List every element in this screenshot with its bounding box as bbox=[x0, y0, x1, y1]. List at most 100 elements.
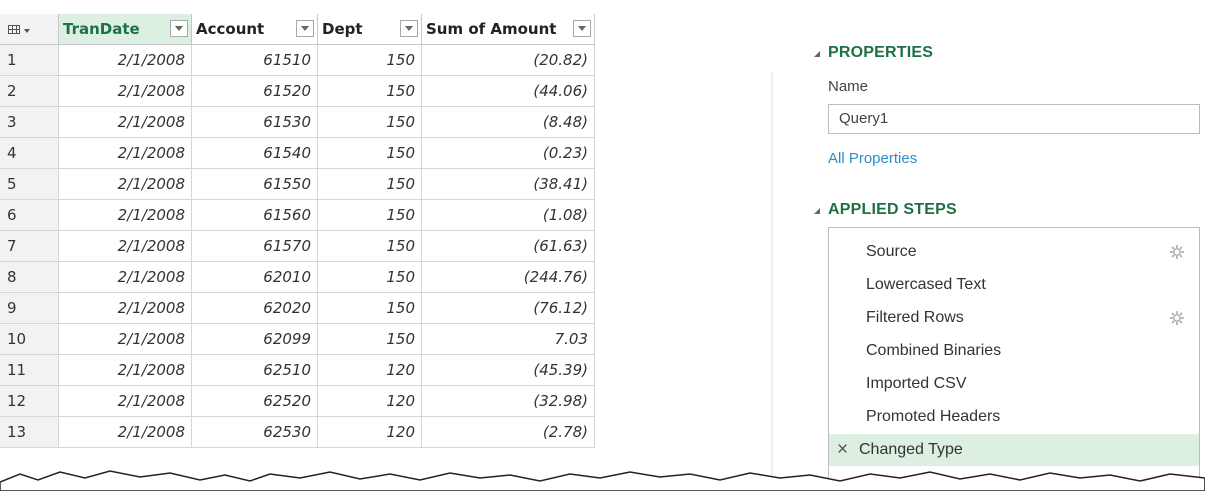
cell-dept[interactable]: 150 bbox=[318, 200, 422, 231]
column-header-account[interactable]: Account bbox=[192, 14, 318, 45]
properties-header[interactable]: PROPERTIES bbox=[828, 44, 933, 62]
row-number[interactable]: 10 bbox=[0, 324, 59, 355]
row-number[interactable]: 7 bbox=[0, 231, 59, 262]
cell-dept[interactable]: 120 bbox=[318, 417, 422, 448]
row-number[interactable]: 3 bbox=[0, 107, 59, 138]
cell-account[interactable]: 62530 bbox=[192, 417, 318, 448]
cell-trandate[interactable]: 2/1/2008 bbox=[59, 169, 192, 200]
column-header-dept[interactable]: Dept bbox=[318, 14, 422, 45]
cell-dept[interactable]: 150 bbox=[318, 138, 422, 169]
cell-sum-of-amount[interactable]: (44.06) bbox=[422, 76, 595, 107]
cell-sum-of-amount[interactable]: (61.63) bbox=[422, 231, 595, 262]
cell-trandate[interactable]: 2/1/2008 bbox=[59, 262, 192, 293]
cell-sum-of-amount[interactable]: (45.39) bbox=[422, 355, 595, 386]
applied-step-filtered-rows[interactable]: Filtered Rows bbox=[829, 302, 1199, 334]
applied-step-promoted-headers[interactable]: Promoted Headers bbox=[829, 401, 1199, 433]
gear-icon[interactable] bbox=[1169, 310, 1185, 326]
cell-account[interactable]: 61520 bbox=[192, 76, 318, 107]
row-number[interactable]: 4 bbox=[0, 138, 59, 169]
cell-account[interactable]: 61550 bbox=[192, 169, 318, 200]
row-number[interactable]: 9 bbox=[0, 293, 59, 324]
cell-trandate[interactable]: 2/1/2008 bbox=[59, 76, 192, 107]
filter-dropdown-button[interactable] bbox=[170, 20, 188, 37]
table-row[interactable]: 9 2/1/2008 62020 150 (76.12) bbox=[0, 293, 595, 324]
row-number[interactable]: 6 bbox=[0, 200, 59, 231]
cell-sum-of-amount[interactable]: (1.08) bbox=[422, 200, 595, 231]
cell-dept[interactable]: 150 bbox=[318, 76, 422, 107]
cell-account[interactable]: 62520 bbox=[192, 386, 318, 417]
cell-dept[interactable]: 150 bbox=[318, 324, 422, 355]
applied-step-changed-type[interactable]: × Changed Type bbox=[829, 434, 1199, 466]
cell-dept[interactable]: 150 bbox=[318, 262, 422, 293]
cell-sum-of-amount[interactable]: (244.76) bbox=[422, 262, 595, 293]
cell-account[interactable]: 61530 bbox=[192, 107, 318, 138]
cell-account[interactable]: 61560 bbox=[192, 200, 318, 231]
cell-dept[interactable]: 120 bbox=[318, 386, 422, 417]
row-number[interactable]: 13 bbox=[0, 417, 59, 448]
table-row[interactable]: 10 2/1/2008 62099 150 7.03 bbox=[0, 324, 595, 355]
cell-sum-of-amount[interactable]: (0.23) bbox=[422, 138, 595, 169]
row-number[interactable]: 2 bbox=[0, 76, 59, 107]
cell-account[interactable]: 62099 bbox=[192, 324, 318, 355]
applied-step-combined-binaries[interactable]: Combined Binaries bbox=[829, 335, 1199, 367]
cell-dept[interactable]: 150 bbox=[318, 231, 422, 262]
applied-step-source[interactable]: Source bbox=[829, 236, 1199, 268]
row-number[interactable]: 8 bbox=[0, 262, 59, 293]
applied-step-lowercased-text[interactable]: Lowercased Text bbox=[829, 269, 1199, 301]
table-row[interactable]: 11 2/1/2008 62510 120 (45.39) bbox=[0, 355, 595, 386]
cell-account[interactable]: 61570 bbox=[192, 231, 318, 262]
cell-sum-of-amount[interactable]: (2.78) bbox=[422, 417, 595, 448]
table-row[interactable]: 8 2/1/2008 62010 150 (244.76) bbox=[0, 262, 595, 293]
table-row[interactable]: 3 2/1/2008 61530 150 (8.48) bbox=[0, 107, 595, 138]
cell-dept[interactable]: 150 bbox=[318, 107, 422, 138]
cell-trandate[interactable]: 2/1/2008 bbox=[59, 293, 192, 324]
cell-trandate[interactable]: 2/1/2008 bbox=[59, 324, 192, 355]
collapse-triangle-icon[interactable] bbox=[814, 208, 820, 214]
row-number[interactable]: 5 bbox=[0, 169, 59, 200]
row-number[interactable]: 11 bbox=[0, 355, 59, 386]
applied-steps-header[interactable]: APPLIED STEPS bbox=[828, 201, 957, 219]
cell-dept[interactable]: 150 bbox=[318, 45, 422, 76]
query-name-input[interactable]: Query1 bbox=[828, 104, 1200, 134]
cell-dept[interactable]: 150 bbox=[318, 293, 422, 324]
cell-trandate[interactable]: 2/1/2008 bbox=[59, 386, 192, 417]
cell-trandate[interactable]: 2/1/2008 bbox=[59, 200, 192, 231]
all-properties-link[interactable]: All Properties bbox=[828, 150, 917, 167]
cell-trandate[interactable]: 2/1/2008 bbox=[59, 138, 192, 169]
column-header-trandate[interactable]: TranDate bbox=[59, 14, 192, 45]
collapse-triangle-icon[interactable] bbox=[814, 51, 820, 57]
delete-step-icon[interactable]: × bbox=[837, 434, 848, 466]
table-row[interactable]: 12 2/1/2008 62520 120 (32.98) bbox=[0, 386, 595, 417]
cell-account[interactable]: 61510 bbox=[192, 45, 318, 76]
filter-dropdown-button[interactable] bbox=[400, 20, 418, 37]
cell-trandate[interactable]: 2/1/2008 bbox=[59, 417, 192, 448]
table-row[interactable]: 2 2/1/2008 61520 150 (44.06) bbox=[0, 76, 595, 107]
cell-account[interactable]: 62020 bbox=[192, 293, 318, 324]
table-row[interactable]: 7 2/1/2008 61570 150 (61.63) bbox=[0, 231, 595, 262]
cell-sum-of-amount[interactable]: (76.12) bbox=[422, 293, 595, 324]
table-row[interactable]: 1 2/1/2008 61510 150 (20.82) bbox=[0, 45, 595, 76]
cell-sum-of-amount[interactable]: (32.98) bbox=[422, 386, 595, 417]
cell-account[interactable]: 62010 bbox=[192, 262, 318, 293]
table-row[interactable]: 4 2/1/2008 61540 150 (0.23) bbox=[0, 138, 595, 169]
cell-trandate[interactable]: 2/1/2008 bbox=[59, 45, 192, 76]
cell-sum-of-amount[interactable]: 7.03 bbox=[422, 324, 595, 355]
filter-dropdown-button[interactable] bbox=[573, 20, 591, 37]
table-row[interactable]: 5 2/1/2008 61550 150 (38.41) bbox=[0, 169, 595, 200]
cell-account[interactable]: 61540 bbox=[192, 138, 318, 169]
cell-dept[interactable]: 150 bbox=[318, 169, 422, 200]
applied-step-imported-csv[interactable]: Imported CSV bbox=[829, 368, 1199, 400]
filter-dropdown-button[interactable] bbox=[296, 20, 314, 37]
cell-trandate[interactable]: 2/1/2008 bbox=[59, 231, 192, 262]
cell-sum-of-amount[interactable]: (20.82) bbox=[422, 45, 595, 76]
cell-trandate[interactable]: 2/1/2008 bbox=[59, 355, 192, 386]
table-row[interactable]: 13 2/1/2008 62530 120 (2.78) bbox=[0, 417, 595, 448]
row-number[interactable]: 12 bbox=[0, 386, 59, 417]
table-row[interactable]: 6 2/1/2008 61560 150 (1.08) bbox=[0, 200, 595, 231]
table-menu-button[interactable] bbox=[0, 14, 59, 45]
cell-sum-of-amount[interactable]: (8.48) bbox=[422, 107, 595, 138]
cell-trandate[interactable]: 2/1/2008 bbox=[59, 107, 192, 138]
column-header-sum-of-amount[interactable]: Sum of Amount bbox=[422, 14, 595, 45]
cell-sum-of-amount[interactable]: (38.41) bbox=[422, 169, 595, 200]
row-number[interactable]: 1 bbox=[0, 45, 59, 76]
